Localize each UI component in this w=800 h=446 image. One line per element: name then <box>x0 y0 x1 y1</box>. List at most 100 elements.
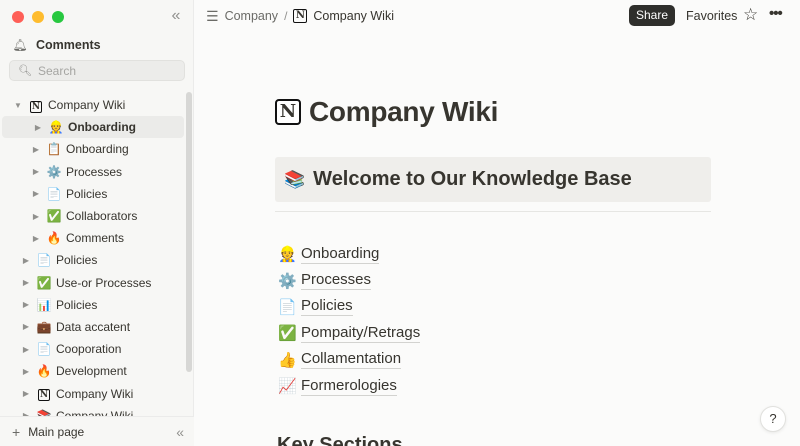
zoom-window-button[interactable] <box>52 11 64 23</box>
breadcrumb-parent[interactable]: Company <box>225 9 279 23</box>
sidebar-tree-label: Comments <box>66 231 125 246</box>
sidebar-comments-label: Comments <box>36 38 101 52</box>
sidebar-tree-label: Onboarding <box>68 120 136 135</box>
page-title[interactable]: Company Wiki <box>309 96 498 128</box>
page-emoji-icon: 📚 <box>36 408 52 416</box>
page-emoji-icon: 👷 <box>48 120 64 135</box>
sidebar-tree-label: Cooporation <box>56 342 122 357</box>
star-icon[interactable]: ☆ <box>743 5 758 25</box>
page-link-label[interactable]: Collamentation <box>301 350 402 370</box>
page-content: N Company Wiki 📚 Welcome to Our Knowledg… <box>275 95 711 446</box>
sidebar-tree-item[interactable]: ▼ N Company Wiki <box>0 94 186 116</box>
page-link-label[interactable]: Processes <box>301 271 372 291</box>
sidebar-tree-label: Policies <box>56 297 98 312</box>
sidebar-search[interactable]: 🔍︎ <box>9 60 185 81</box>
plus-icon[interactable]: + <box>12 424 20 440</box>
page-emoji-icon: 💼 <box>36 319 52 334</box>
callout-title: Welcome to Our Knowledge Base <box>313 168 632 190</box>
sidebar-tree-item[interactable]: ▶ ✅ Collaborators <box>0 205 186 227</box>
sidebar-tree-item[interactable]: ▶ 👷 Onboarding <box>2 116 184 139</box>
page-link-label[interactable]: Onboarding <box>301 245 380 264</box>
main-page-link[interactable]: Main page <box>28 425 84 439</box>
sidebar-tree-label: Onboarding <box>66 142 129 157</box>
page-link[interactable]: 📄 Policies <box>278 294 420 320</box>
page-link-icon: 📈 <box>278 378 297 396</box>
sidebar-tree-item[interactable]: ▶ 📚 Company Wiki <box>0 405 186 416</box>
sidebar-tree-label: Processes <box>66 164 123 179</box>
section-heading: Key Sections <box>277 434 403 446</box>
callout-block[interactable]: 📚 Welcome to Our Knowledge Base <box>275 157 711 202</box>
share-button[interactable]: Share <box>629 5 675 26</box>
page-link[interactable]: ⚙️ Processes <box>278 267 420 293</box>
sidebar-scrollbar[interactable] <box>186 92 192 372</box>
help-button[interactable]: ? <box>760 406 786 432</box>
menu-icon[interactable]: ☰ <box>206 8 219 25</box>
minimize-window-button[interactable] <box>32 11 44 23</box>
breadcrumb-separator: / <box>284 9 288 23</box>
chevron-right-icon[interactable]: ▶ <box>30 167 42 176</box>
collapse-icon[interactable]: « <box>176 424 184 440</box>
sidebar-tree-item[interactable]: ▶ 📄 Cooporation <box>0 338 186 360</box>
chevron-right-icon[interactable]: ▶ <box>20 322 32 331</box>
sidebar-tree-item[interactable]: ▶ N Company Wiki <box>0 382 186 404</box>
page-emoji-icon: ✅ <box>46 209 62 224</box>
favorites-button[interactable]: Favorites <box>686 9 737 23</box>
breadcrumb-current[interactable]: Company Wiki <box>313 9 394 23</box>
chevron-right-icon[interactable]: ▶ <box>30 189 42 198</box>
window-controls <box>12 11 64 23</box>
chevron-right-icon[interactable]: ▶ <box>20 389 32 398</box>
sidebar-tree-item[interactable]: ▶ ✅ Use-or Processes <box>0 272 186 294</box>
notion-logo-icon: N <box>293 9 308 23</box>
sidebar-tree-item[interactable]: ▶ 🔥 Development <box>0 360 186 382</box>
search-input[interactable] <box>37 63 178 78</box>
page-emoji-icon: ⚙️ <box>46 164 62 179</box>
sidebar-tree-item[interactable]: ▶ ⚙️ Processes <box>0 161 186 183</box>
page-emoji-icon: 📊 <box>36 297 52 312</box>
sidebar-tree-label: Policies <box>66 186 108 201</box>
sidebar-comments[interactable]: 🔔︎ Comments <box>8 35 186 55</box>
chevron-right-icon[interactable]: ▶ <box>20 278 32 287</box>
chevron-right-icon[interactable]: ▶ <box>20 345 32 354</box>
sidebar-tree-item[interactable]: ▶ 💼 Data accatent <box>0 316 186 338</box>
chevron-right-icon[interactable]: ▶ <box>30 145 42 154</box>
sidebar-tree-label: Policies <box>56 253 98 268</box>
page-link[interactable]: 📈 Formerologies <box>278 373 420 399</box>
sidebar-tree-label: Collaborators <box>66 209 138 224</box>
chevron-right-icon[interactable]: ▶ <box>20 256 32 265</box>
sidebar-tree-item[interactable]: ▶ 🔥 Comments <box>0 227 186 249</box>
bell-icon: 🔔︎ <box>12 38 28 52</box>
sidebar-tree-label: Company Wiki <box>48 98 126 113</box>
page-icon[interactable]: N <box>275 99 301 125</box>
page-link-label[interactable]: Policies <box>301 297 353 317</box>
divider <box>275 211 711 212</box>
sidebar-tree-label: Use-or Processes <box>56 275 152 290</box>
chevron-down-icon[interactable]: ▼ <box>12 101 24 110</box>
page-link[interactable]: 👍 Collamentation <box>278 347 420 373</box>
page-link-label[interactable]: Pompaity/Retrags <box>301 324 421 343</box>
sidebar-tree-item[interactable]: ▶ 📄 Policies <box>0 249 186 271</box>
sidebar-tree-item[interactable]: ▶ 📄 Policies <box>0 183 186 205</box>
page-link[interactable]: 👷 Onboarding <box>278 241 420 267</box>
close-window-button[interactable] <box>12 11 24 23</box>
sidebar: « 🔔︎ Comments 🔍︎ ▼NCompany Wiki▶👷Onboard… <box>0 0 194 446</box>
more-options-icon[interactable]: ••• <box>769 5 783 22</box>
page-link-icon: ✅ <box>278 325 297 343</box>
sidebar-tree-label: Development <box>56 364 127 379</box>
chevron-right-icon[interactable]: ▶ <box>30 212 42 221</box>
search-icon: 🔍︎ <box>18 65 32 77</box>
page-emoji-icon: 🔥 <box>46 231 62 246</box>
page-emoji-icon: 📄 <box>46 186 62 201</box>
page-link[interactable]: ✅ Pompaity/Retrags <box>278 320 421 346</box>
page-emoji-icon: 🔥 <box>36 364 52 379</box>
chevron-right-icon[interactable]: ▶ <box>20 367 32 376</box>
sidebar-footer: + Main page « <box>0 416 194 446</box>
collapse-sidebar-icon[interactable]: « <box>166 6 186 26</box>
chevron-right-icon[interactable]: ▶ <box>32 123 44 132</box>
page-link-label[interactable]: Formerologies <box>301 377 397 396</box>
sidebar-tree-label: Data accatent <box>56 319 131 334</box>
chevron-right-icon[interactable]: ▶ <box>20 300 32 309</box>
sidebar-tree-item[interactable]: ▶ 📋 Onboarding <box>0 138 186 160</box>
sidebar-tree-item[interactable]: ▶ 📊 Policies <box>0 294 186 316</box>
chevron-right-icon[interactable]: ▶ <box>30 234 42 243</box>
page-title-row: N Company Wiki <box>275 95 711 129</box>
